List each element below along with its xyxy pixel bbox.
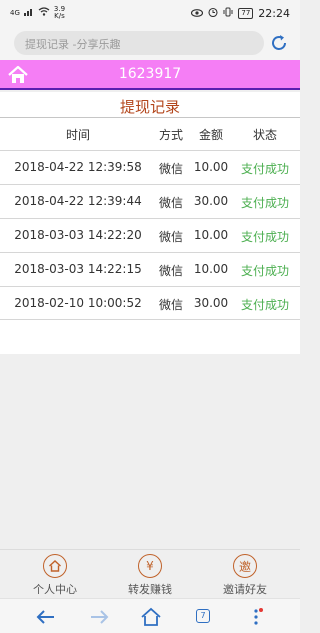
signal-indicator: 4G xyxy=(10,9,20,17)
home-icon[interactable] xyxy=(140,606,162,628)
header-method: 方式 xyxy=(158,128,183,142)
tab-label: 转发赚钱 xyxy=(128,583,172,596)
invite-icon: 邀 xyxy=(233,554,257,578)
tab-label: 个人中心 xyxy=(33,583,77,596)
record-method: 微信 xyxy=(158,264,183,278)
back-arrow-icon[interactable] xyxy=(35,606,57,628)
record-status: 支付成功 xyxy=(240,264,289,278)
yen-icon: ¥ xyxy=(138,554,162,578)
eye-icon xyxy=(191,7,204,20)
bottom-tab-bar: 个人中心 ¥ 转发赚钱 邀 邀请好友 xyxy=(0,549,300,598)
record-amount: 10.00 xyxy=(193,228,229,242)
record-amount: 10.00 xyxy=(193,262,229,276)
tab-personal-center[interactable]: 个人中心 xyxy=(5,554,105,597)
record-method: 微信 xyxy=(158,230,183,244)
header-amount: 金额 xyxy=(198,128,223,142)
battery-indicator: 77 xyxy=(238,7,254,19)
record-time: 2018-04-22 12:39:58 xyxy=(14,160,142,174)
table-row: 2018-03-03 14:22:15 微信 10.00 支付成功 xyxy=(0,252,300,286)
record-method: 微信 xyxy=(158,298,183,312)
divider xyxy=(0,117,300,118)
record-amount: 10.00 xyxy=(193,160,229,174)
tabs-count[interactable]: 7 xyxy=(196,609,210,623)
network-speed: 3.9 K/s xyxy=(54,6,65,20)
refresh-icon[interactable] xyxy=(268,32,290,54)
user-id: 1623917 xyxy=(118,66,182,82)
home-icon xyxy=(43,554,67,578)
tab-share-earn[interactable]: ¥ 转发赚钱 xyxy=(100,554,200,597)
record-time: 2018-04-22 12:39:44 xyxy=(14,194,142,208)
withdrawal-panel: 提现记录 时间 方式 金额 状态 2018-04-22 12:39:58 微信 … xyxy=(0,92,300,354)
status-bar: 4G 3.9 K/s 77 22:24 xyxy=(0,0,300,26)
record-status: 支付成功 xyxy=(240,162,289,176)
withdrawal-records: 2018-04-22 12:39:58 微信 10.00 支付成功 2018-0… xyxy=(0,150,300,320)
vibrate-icon xyxy=(223,7,233,20)
header-status: 状态 xyxy=(252,128,277,142)
record-method: 微信 xyxy=(158,196,183,210)
signal-icon xyxy=(23,7,34,19)
tab-invite-friends[interactable]: 邀 邀请好友 xyxy=(195,554,295,597)
record-status: 支付成功 xyxy=(240,196,289,210)
table-row: 2018-02-10 10:00:52 微信 30.00 支付成功 xyxy=(0,286,300,320)
table-row: 2018-04-22 12:39:44 微信 30.00 支付成功 xyxy=(0,184,300,218)
record-status: 支付成功 xyxy=(240,230,289,244)
header-time: 时间 xyxy=(65,128,90,142)
alarm-icon xyxy=(208,7,218,20)
record-time: 2018-02-10 10:00:52 xyxy=(14,296,142,310)
more-menu-icon[interactable] xyxy=(245,606,267,628)
page-title: 提现记录 xyxy=(119,98,180,116)
browser-nav-bar: 7 xyxy=(0,598,300,633)
table-row: 2018-03-03 14:22:20 微信 10.00 支付成功 xyxy=(0,218,300,252)
forward-arrow-icon[interactable] xyxy=(88,606,110,628)
record-amount: 30.00 xyxy=(193,296,229,310)
record-time: 2018-03-03 14:22:20 xyxy=(14,228,142,242)
tab-label: 邀请好友 xyxy=(223,583,267,596)
record-time: 2018-03-03 14:22:15 xyxy=(14,262,142,276)
network-speed-unit: K/s xyxy=(54,12,65,20)
record-amount: 30.00 xyxy=(193,194,229,208)
address-field[interactable]: 提现记录 -分享乐趣 xyxy=(14,31,264,55)
record-method: 微信 xyxy=(158,162,183,176)
browser-url-bar: 提现记录 -分享乐趣 xyxy=(0,26,300,60)
record-status: 支付成功 xyxy=(240,298,289,312)
wifi-icon xyxy=(38,7,50,19)
table-row: 2018-04-22 12:39:58 微信 10.00 支付成功 xyxy=(0,150,300,184)
app-header: 1623917 xyxy=(0,60,300,90)
clock: 22:24 xyxy=(258,6,290,20)
